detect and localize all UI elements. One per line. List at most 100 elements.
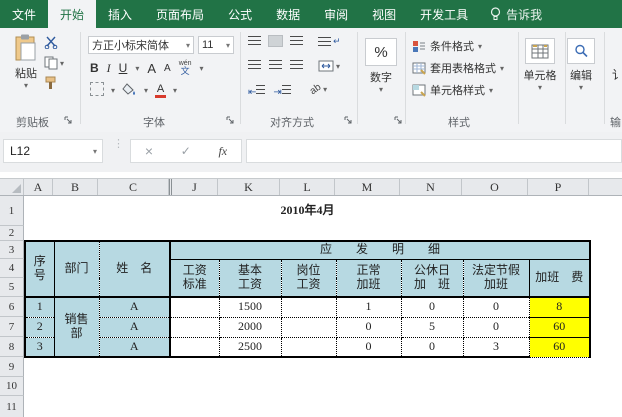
- decrease-indent-button[interactable]: ⇤: [248, 84, 266, 98]
- underline-dropdown-icon[interactable]: ▾: [135, 64, 139, 73]
- tab-data[interactable]: 数据: [264, 0, 312, 28]
- alignment-dialog-launcher[interactable]: [344, 114, 353, 124]
- align-bottom-button[interactable]: [290, 36, 303, 46]
- tab-developer[interactable]: 开发工具: [408, 0, 480, 28]
- col-header-O[interactable]: O: [462, 179, 528, 195]
- cell-name-1[interactable]: A: [99, 297, 171, 318]
- phonetic-guide-button[interactable]: wén 文: [179, 60, 192, 76]
- copy-button[interactable]: ▾: [44, 56, 64, 70]
- row-header-6[interactable]: 6: [0, 297, 24, 317]
- col-header-A[interactable]: A: [24, 179, 53, 195]
- font-color-dropdown-icon[interactable]: ▾: [173, 86, 177, 95]
- align-top-button[interactable]: [248, 36, 261, 46]
- col-header-J[interactable]: J: [169, 179, 218, 195]
- cell-weekend-3[interactable]: 0: [401, 337, 464, 358]
- col-header-C[interactable]: C: [98, 179, 169, 195]
- tab-insert[interactable]: 插入: [96, 0, 144, 28]
- paste-button[interactable]: 粘贴 ▾: [4, 34, 48, 90]
- name-box-dropdown-icon[interactable]: ▾: [93, 147, 102, 156]
- align-center-button[interactable]: [269, 60, 282, 70]
- cell-weekend-2[interactable]: 5: [401, 317, 464, 338]
- cell-weekend-1[interactable]: 0: [401, 297, 464, 318]
- header-ot-fee[interactable]: 加班 费: [529, 259, 592, 298]
- font-name-combo[interactable]: 方正小标宋简体 ▾: [88, 36, 194, 54]
- borders-dropdown-icon[interactable]: ▾: [111, 86, 115, 95]
- header-post-salary[interactable]: 岗位 工资: [281, 259, 337, 298]
- align-left-button[interactable]: [248, 60, 261, 70]
- number-format-button[interactable]: % 数字 ▾: [359, 38, 403, 94]
- cut-button[interactable]: [44, 36, 59, 49]
- increase-font-button[interactable]: A: [147, 61, 156, 76]
- cell-seq-3[interactable]: 3: [24, 337, 55, 358]
- cell-holiday-3[interactable]: 3: [463, 337, 530, 358]
- cell-base-1[interactable]: 1500: [219, 297, 282, 318]
- header-weekend-ot[interactable]: 公休日 加 班: [401, 259, 464, 298]
- col-header-B[interactable]: B: [53, 179, 98, 195]
- cell-post-3[interactable]: [281, 337, 337, 358]
- tab-view[interactable]: 视图: [360, 0, 408, 28]
- empty-row-cell[interactable]: [25, 226, 590, 241]
- col-header-P[interactable]: P: [528, 179, 589, 195]
- row-header-4[interactable]: 4: [0, 259, 24, 278]
- tab-page-layout[interactable]: 页面布局: [144, 0, 216, 28]
- cell-seq-2[interactable]: 2: [24, 317, 55, 338]
- cell-fee-1[interactable]: 8: [529, 297, 592, 318]
- col-header-N[interactable]: N: [400, 179, 462, 195]
- phonetic-dropdown-icon[interactable]: ▾: [200, 64, 204, 73]
- tab-home[interactable]: 开始: [48, 0, 97, 28]
- font-dialog-launcher[interactable]: [226, 114, 235, 124]
- insert-function-icon[interactable]: fx: [218, 144, 227, 159]
- cell-name-2[interactable]: A: [99, 317, 171, 338]
- editing-button[interactable]: 编辑 ▾: [562, 38, 600, 92]
- col-header-M[interactable]: M: [335, 179, 400, 195]
- cell-holiday-1[interactable]: 0: [463, 297, 530, 318]
- col-header-K[interactable]: K: [218, 179, 280, 195]
- align-right-button[interactable]: [290, 60, 303, 70]
- cell-name-3[interactable]: A: [99, 337, 171, 358]
- merge-center-button[interactable]: ▾: [318, 60, 340, 72]
- cancel-icon[interactable]: ×: [145, 143, 153, 159]
- format-painter-button[interactable]: [44, 76, 58, 90]
- tab-formulas[interactable]: 公式: [216, 0, 264, 28]
- bold-button[interactable]: B: [90, 61, 99, 75]
- cell-fee-2[interactable]: 60: [529, 317, 592, 338]
- cell-post-1[interactable]: [281, 297, 337, 318]
- row-header-10[interactable]: 10: [0, 377, 24, 396]
- row-header-9[interactable]: 9: [0, 357, 24, 377]
- conditional-formatting-button[interactable]: 条件格式 ▾: [412, 38, 482, 54]
- cells-button[interactable]: 单元格 ▾: [518, 38, 562, 92]
- cell-styles-button[interactable]: 单元格样式 ▾: [412, 82, 493, 98]
- row-header-3[interactable]: 3: [0, 241, 24, 259]
- cell-normal-1[interactable]: 1: [336, 297, 402, 318]
- select-all-corner[interactable]: [0, 179, 24, 195]
- row-header-7[interactable]: 7: [0, 317, 24, 337]
- increase-indent-button[interactable]: ⇥: [273, 84, 291, 98]
- header-seq[interactable]: 序 号: [24, 240, 55, 298]
- italic-button[interactable]: I: [107, 61, 111, 76]
- header-holiday-ot[interactable]: 法定节假 加班: [463, 259, 530, 298]
- row-header-8[interactable]: 8: [0, 337, 24, 357]
- borders-button[interactable]: [90, 82, 104, 99]
- wrap-text-button[interactable]: ↵: [318, 36, 341, 47]
- sheet-title-cell[interactable]: 2010年4月: [25, 196, 590, 226]
- cell-post-2[interactable]: [281, 317, 337, 338]
- number-dialog-launcher[interactable]: [394, 114, 403, 124]
- clipboard-dialog-launcher[interactable]: [64, 114, 73, 124]
- cell-normal-2[interactable]: 0: [336, 317, 402, 338]
- row-header-11[interactable]: 11: [0, 396, 24, 417]
- decrease-font-button[interactable]: A: [164, 63, 171, 74]
- formula-input[interactable]: [246, 139, 622, 163]
- cell-seq-1[interactable]: 1: [24, 297, 55, 318]
- row-header-5[interactable]: 5: [0, 278, 24, 297]
- cell-std-3[interactable]: [170, 337, 220, 358]
- fill-color-button[interactable]: [122, 82, 137, 99]
- tab-file[interactable]: 文件: [0, 0, 48, 28]
- fill-color-dropdown-icon[interactable]: ▾: [144, 86, 148, 95]
- name-box[interactable]: L12 ▾: [3, 139, 103, 163]
- col-header-L[interactable]: L: [280, 179, 335, 195]
- header-normal-ot[interactable]: 正常 加班: [336, 259, 402, 298]
- cell-holiday-2[interactable]: 0: [463, 317, 530, 338]
- cell-std-2[interactable]: [170, 317, 220, 338]
- cell-std-1[interactable]: [170, 297, 220, 318]
- format-as-table-button[interactable]: 套用表格格式 ▾: [412, 60, 504, 76]
